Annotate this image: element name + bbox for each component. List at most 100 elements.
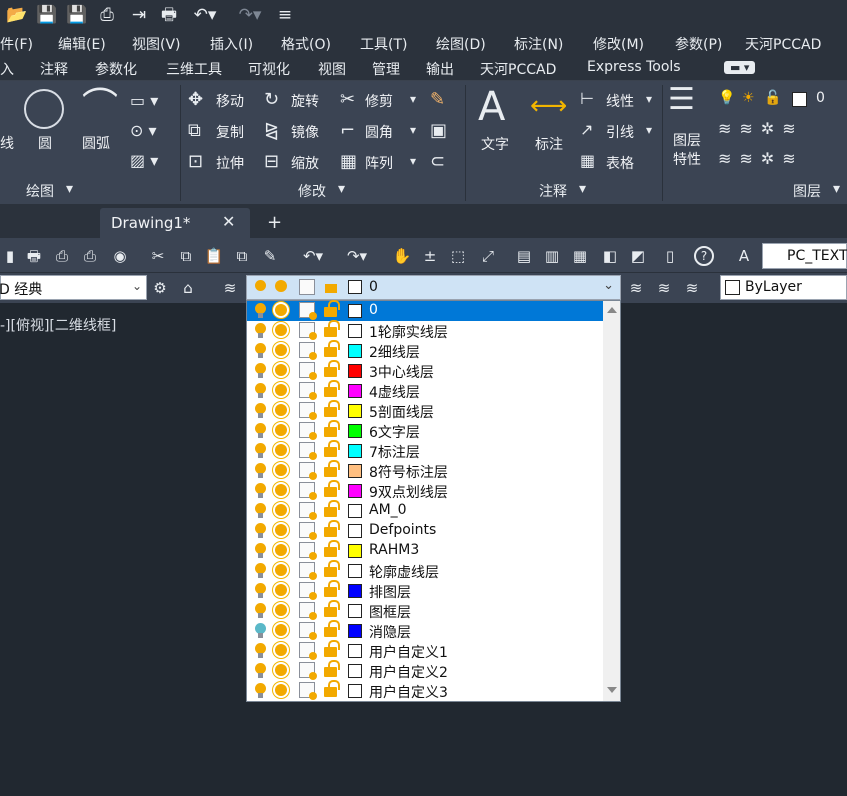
sun-icon[interactable] — [275, 624, 287, 636]
tab-pccad[interactable]: 天河PCCAD — [480, 59, 556, 79]
lock-icon[interactable] — [324, 480, 340, 497]
layer-properties-icon[interactable]: ☰ — [668, 85, 695, 115]
ribbon-current-layer[interactable]: 0 — [816, 90, 825, 106]
layer-color-swatch[interactable] — [348, 324, 362, 338]
viewport-freeze-icon[interactable] — [299, 542, 317, 560]
lightbulb-icon[interactable] — [255, 483, 266, 498]
circle-icon[interactable] — [24, 89, 64, 129]
layer-row[interactable]: 消隐层 — [247, 620, 603, 641]
layer-properties-label[interactable]: 图层 特性 — [673, 132, 701, 170]
tab-output[interactable]: 输出 — [426, 59, 454, 79]
viewport-freeze-icon[interactable] — [299, 582, 317, 600]
layer-row[interactable]: Defpoints — [247, 520, 603, 541]
arc-icon[interactable]: ⌒ — [80, 89, 120, 129]
tab-express-tools[interactable]: Express Tools — [587, 59, 681, 75]
layer-row[interactable]: 用户自定义1 — [247, 640, 603, 661]
lock-icon[interactable] — [324, 340, 340, 357]
calculator-icon[interactable]: ▯ — [660, 246, 680, 266]
array-label[interactable]: 阵列 — [365, 153, 393, 173]
leader-icon[interactable]: ↗ — [580, 122, 593, 138]
sun-icon[interactable] — [275, 304, 287, 316]
lightbulb-icon[interactable] — [255, 543, 266, 558]
layer-row[interactable]: AM_0 — [247, 500, 603, 521]
lock-icon[interactable] — [324, 520, 340, 537]
viewport-freeze-icon[interactable] — [299, 662, 317, 680]
match-brush-icon[interactable]: ✎ — [260, 246, 280, 266]
sun-icon[interactable] — [275, 544, 287, 556]
viewport-label[interactable]: -][俯视][二维线框] — [0, 315, 116, 335]
menu-dimension[interactable]: 标注(N) — [514, 34, 563, 54]
close-icon[interactable]: ✕ — [222, 212, 235, 231]
make-current-icon[interactable]: ≋ — [626, 278, 646, 298]
layer-match-icon[interactable]: ≋ — [682, 278, 702, 298]
layer-row[interactable]: 1轮廓实线层 — [247, 320, 603, 341]
layer-color-swatch[interactable] — [348, 644, 362, 658]
viewport-freeze-icon[interactable] — [299, 402, 317, 420]
menu-draw[interactable]: 绘图(D) — [436, 34, 486, 54]
layer-row[interactable]: 9双点划线层 — [247, 480, 603, 501]
sun-icon[interactable] — [275, 564, 287, 576]
viewport-freeze-icon[interactable] — [299, 382, 317, 400]
cut-icon[interactable]: ✂ — [148, 246, 168, 266]
workspace-home-icon[interactable]: ⌂ — [178, 278, 198, 298]
sun-icon[interactable] — [275, 464, 287, 476]
modify-panel-title[interactable]: 修改 — [298, 181, 326, 201]
tab-view[interactable]: 视图 — [318, 59, 346, 79]
annotation-panel-dropdown-icon[interactable]: ▾ — [579, 181, 586, 197]
import-icon[interactable]: ⇥ — [128, 5, 150, 25]
viewport-freeze-icon[interactable] — [299, 602, 317, 620]
save-as-icon[interactable]: 💾 — [66, 5, 88, 25]
chevron-down-icon[interactable]: ⌄ — [132, 279, 142, 293]
layer-color-swatch[interactable] — [348, 444, 362, 458]
save-icon[interactable]: 💾 — [36, 5, 58, 25]
explode-icon[interactable]: ▣ — [430, 122, 447, 140]
pan-icon[interactable]: ✋ — [392, 246, 412, 266]
lock-icon[interactable] — [324, 640, 340, 657]
layer-row[interactable]: 7标注层 — [247, 440, 603, 461]
annotation-panel-title[interactable]: 注释 — [539, 181, 567, 201]
offset-icon[interactable]: ⊂ — [430, 153, 445, 171]
rotate-icon[interactable]: ↻ — [264, 91, 279, 109]
draw-panel-title[interactable]: 绘图 — [26, 181, 54, 201]
lightbulb-icon[interactable] — [255, 423, 266, 438]
sun-icon[interactable] — [275, 484, 287, 496]
trim-icon[interactable]: ✂ — [340, 91, 355, 109]
layer-unlock-icon[interactable]: 🔓 — [764, 91, 781, 105]
lightbulb-icon[interactable] — [255, 403, 266, 418]
print-preview-icon[interactable]: ⎙ — [52, 246, 72, 266]
lock-icon[interactable] — [324, 620, 340, 637]
layer-color-swatch[interactable] — [348, 484, 362, 498]
layer-color-swatch[interactable] — [348, 384, 362, 398]
viewport-freeze-icon[interactable] — [299, 342, 317, 360]
layers-panel-dropdown-icon[interactable]: ▾ — [833, 181, 840, 197]
tool-palettes-icon[interactable]: ▦ — [570, 246, 590, 266]
lock-icon[interactable] — [324, 360, 340, 377]
open-folder-icon[interactable]: 📂 — [6, 5, 28, 25]
sun-icon[interactable] — [275, 644, 287, 656]
trim-dropdown-icon[interactable]: ▾ — [410, 93, 416, 105]
layer-tools-row2-icon[interactable]: ≋≋✲≋ — [718, 151, 804, 167]
menu-file[interactable]: 件(F) — [0, 34, 33, 54]
move-icon[interactable]: ✥ — [188, 91, 203, 109]
layer-row[interactable]: 8符号标注层 — [247, 460, 603, 481]
lightbulb-icon[interactable] — [255, 343, 266, 358]
menu-tools[interactable]: 工具(T) — [360, 34, 407, 54]
sun-icon[interactable] — [275, 344, 287, 356]
sun-icon[interactable] — [275, 444, 287, 456]
viewport-freeze-icon[interactable] — [299, 322, 317, 340]
layer-row[interactable]: 轮廓虚线层 — [247, 560, 603, 581]
dimension-icon[interactable]: ⟷ — [530, 93, 567, 119]
print-icon[interactable]: 🖶 — [24, 246, 44, 266]
lightbulb-icon[interactable] — [255, 363, 266, 378]
color-combo[interactable]: ByLayer — [720, 275, 847, 300]
text-icon[interactable]: A — [478, 87, 505, 127]
lightbulb-icon[interactable] — [255, 683, 266, 698]
sun-icon[interactable] — [275, 524, 287, 536]
trim-label[interactable]: 修剪 — [365, 91, 393, 111]
layer-color-swatch[interactable] — [348, 544, 362, 558]
design-center-icon[interactable]: ▥ — [542, 246, 562, 266]
sun-icon[interactable] — [275, 584, 287, 596]
lightbulb-icon[interactable] — [255, 563, 266, 578]
fillet-label[interactable]: 圆角 — [365, 122, 393, 142]
modify-panel-dropdown-icon[interactable]: ▾ — [338, 181, 345, 197]
